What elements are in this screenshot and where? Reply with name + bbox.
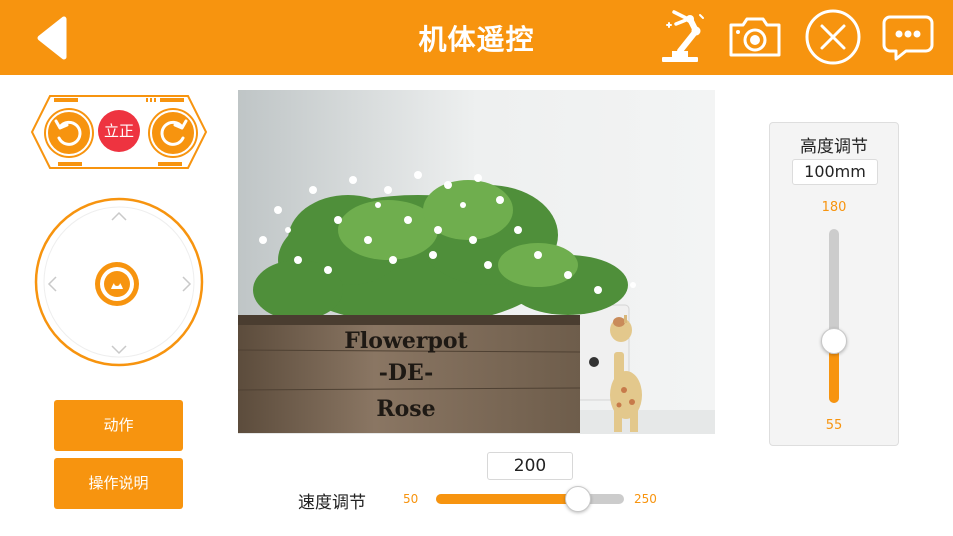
chat-button[interactable] bbox=[878, 7, 938, 67]
camera-button[interactable] bbox=[725, 7, 785, 67]
height-min-label: 55 bbox=[825, 418, 843, 433]
action-button[interactable]: 动作 bbox=[54, 400, 183, 451]
speed-slider-thumb[interactable] bbox=[565, 486, 591, 512]
rotate-left-icon bbox=[54, 119, 82, 146]
speed-slider[interactable] bbox=[436, 486, 624, 512]
height-slider[interactable] bbox=[821, 229, 847, 403]
close-circle-icon bbox=[805, 9, 861, 65]
rotate-right-button[interactable] bbox=[150, 110, 196, 156]
height-slider-thumb[interactable] bbox=[821, 328, 847, 355]
direction-joystick[interactable] bbox=[34, 197, 204, 367]
rotate-right-icon bbox=[160, 119, 188, 146]
camera-scene: Flowerpot -DE- Rose bbox=[238, 90, 715, 434]
close-button[interactable] bbox=[803, 7, 863, 67]
sign-text-line3: Rose bbox=[376, 396, 435, 422]
height-max-label: 180 bbox=[821, 200, 847, 215]
speed-label: 速度调节 bbox=[298, 493, 366, 513]
up-chevron-icon[interactable] bbox=[109, 210, 129, 222]
joystick-knob-icon[interactable] bbox=[92, 259, 142, 309]
height-panel: 高度调节 100mm 180 55 bbox=[769, 122, 899, 446]
speed-slider-fill bbox=[436, 494, 577, 504]
sign-text-line2: -DE- bbox=[379, 360, 434, 386]
chat-bubble-icon bbox=[882, 15, 934, 61]
upright-button[interactable]: 立正 bbox=[98, 110, 140, 152]
sign-text-line1: Flowerpot bbox=[344, 328, 468, 354]
rotation-panel: 立正 bbox=[28, 90, 210, 174]
speed-value-field[interactable]: 200 bbox=[487, 452, 573, 480]
left-chevron-icon[interactable] bbox=[46, 274, 58, 294]
height-label: 高度调节 bbox=[800, 137, 868, 157]
speed-min-label: 50 bbox=[403, 492, 419, 506]
down-chevron-icon[interactable] bbox=[109, 344, 129, 356]
camera-icon bbox=[729, 17, 781, 57]
speed-max-label: 250 bbox=[634, 492, 657, 506]
manual-button[interactable]: 操作说明 bbox=[54, 458, 183, 509]
right-chevron-icon[interactable] bbox=[181, 274, 193, 294]
top-bar: 机体遥控 bbox=[0, 0, 953, 75]
rotate-left-button[interactable] bbox=[46, 110, 92, 156]
height-value-field[interactable]: 100mm bbox=[792, 159, 878, 185]
camera-feed: Flowerpot -DE- Rose bbox=[238, 90, 715, 434]
robot-arm-button[interactable] bbox=[652, 7, 712, 67]
robot-arm-icon bbox=[662, 10, 704, 62]
